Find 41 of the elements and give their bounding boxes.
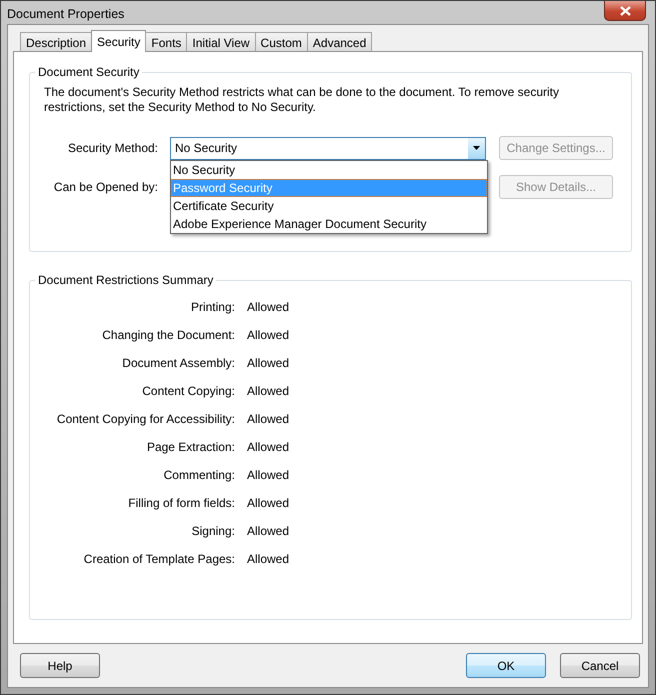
dialog-button[interactable]: OK [466,653,546,678]
tab[interactable]: Advanced [306,32,372,51]
restriction-value: Allowed [247,327,290,344]
restriction-value: Allowed [247,551,290,568]
restriction-value: Allowed [247,467,290,484]
dropdown-option[interactable]: Adobe Experience Manager Document Security [171,214,487,232]
restriction-label: Printing: [190,299,235,316]
tab[interactable]: Description [20,32,92,51]
dropdown-arrow-icon [473,146,480,150]
restriction-label: Document Assembly: [121,355,235,372]
window-title: Document Properties [7,7,124,21]
close-icon [620,6,630,16]
dropdown-option[interactable]: Certificate Security [171,196,487,214]
restriction-value: Allowed [247,439,290,456]
restriction-label: Creation of Template Pages: [82,551,235,568]
restriction-value: Allowed [247,411,290,428]
restriction-label: Content Copying for Accessibility: [56,411,235,428]
tab[interactable]: Fonts [145,32,188,51]
tab[interactable]: Security [91,30,146,52]
restriction-value: Allowed [247,299,290,316]
field-label: Security Method: [66,141,158,155]
group-heading: Document Restrictions Summary [37,273,214,287]
tab[interactable]: Custom [254,32,308,51]
tab[interactable]: Initial View [186,32,256,51]
dialog-button[interactable]: Help [20,653,100,678]
field-label: Can be Opened by: [52,180,158,194]
dropdown-option[interactable]: No Security [171,160,487,178]
restriction-value: Allowed [247,383,290,400]
dialog-button[interactable]: Cancel [560,653,640,678]
restriction-label: Changing the Document: [101,327,235,344]
restriction-value: Allowed [247,523,290,540]
restriction-label: Filling of form fields: [127,495,235,512]
restriction-label: Signing: [190,523,235,540]
description-text: The document's Security Method restricts what can be done to the document. To remove security restrictions, set the Security Method to No Security. [44,85,560,115]
restriction-label: Content Copying: [141,383,235,400]
group-heading: Document Security [37,65,140,79]
restriction-label: Page Extraction: [146,439,235,456]
restriction-label: Commenting: [162,467,235,484]
restriction-value: Allowed [247,495,290,512]
restriction-value: Allowed [247,355,290,372]
close-button[interactable] [604,1,646,21]
